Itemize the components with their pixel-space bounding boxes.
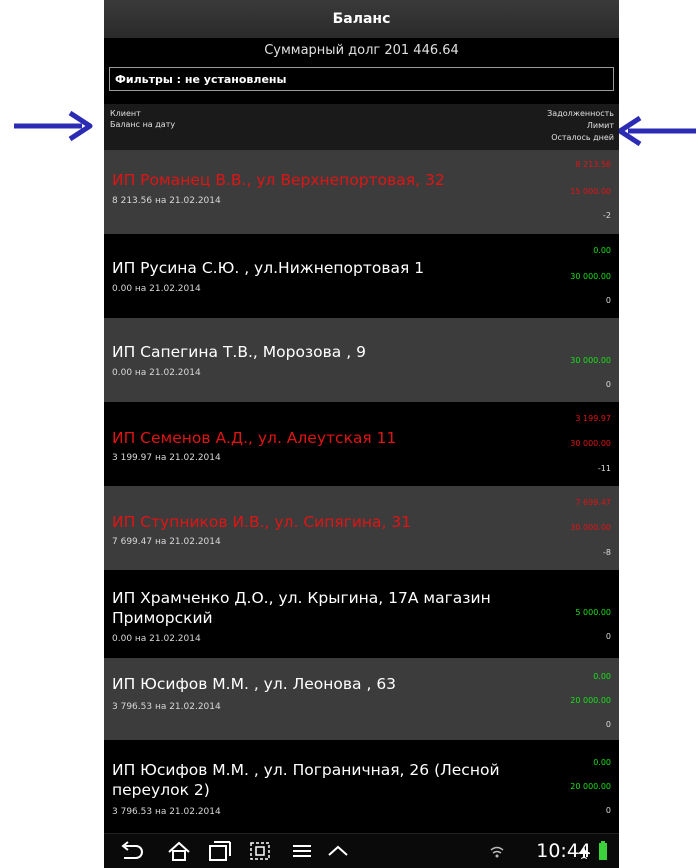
list-item[interactable]: ИП Ступников И.В., ул. Сипягина, 31 7 69…	[104, 486, 619, 570]
filter-field[interactable]: Фильтры : не установлены	[109, 67, 614, 91]
limit-value: 20 000.00	[570, 696, 611, 705]
client-name: ИП Сапегина Т.В., Морозова , 9	[112, 343, 366, 361]
limit-value: 5 000.00	[575, 608, 611, 617]
balance-on-date: 0.00 на 21.02.2014	[112, 284, 201, 294]
list-item[interactable]: ИП Семенов А.Д., ул. Алеутская 11 3 199.…	[104, 402, 619, 486]
col-client: Клиент	[110, 109, 141, 118]
screenshot-icon[interactable]	[248, 840, 272, 862]
days-left-value: 0	[605, 380, 611, 389]
total-debt: Суммарный долг 201 446.64	[104, 38, 619, 62]
client-list: ИП Романец В.В., ул Верхнепортовая, 32 8…	[104, 150, 619, 832]
debt-value: 0.00	[593, 246, 611, 255]
debt-value: 0.00	[593, 758, 611, 767]
debt-value: 8 213.56	[575, 160, 611, 169]
balance-on-date: 7 699.47 на 21.02.2014	[112, 537, 221, 547]
list-item[interactable]: ИП Сапегина Т.В., Морозова , 9 0.00 на 2…	[104, 318, 619, 402]
list-item[interactable]: ИП Романец В.В., ул Верхнепортовая, 32 8…	[104, 150, 619, 234]
client-name: ИП Ступников И.В., ул. Сипягина, 31	[112, 513, 412, 531]
col-limit: Лимит	[586, 121, 614, 130]
limit-value: 30 000.00	[570, 523, 611, 532]
list-item[interactable]: ИП Юсифов М.М. , ул. Леонова , 63 3 796.…	[104, 658, 619, 740]
tablet-screen: Баланс Суммарный долг 201 446.64 Фильтры…	[104, 0, 619, 868]
limit-value: 30 000.00	[570, 356, 611, 365]
battery-icon	[599, 841, 607, 860]
balance-on-date: 8 213.56 на 21.02.2014	[112, 196, 221, 206]
column-header: Клиент Баланс на дату Задолженность Лими…	[104, 104, 619, 150]
list-item[interactable]: ИП Русина С.Ю. , ул.Нижнепортовая 1 0.00…	[104, 234, 619, 318]
right-annotation-arrow	[617, 115, 696, 147]
client-name: ИП Русина С.Ю. , ул.Нижнепортовая 1	[112, 259, 425, 277]
col-debt: Задолженность	[547, 109, 614, 118]
debt-value: 3 199.97	[575, 414, 611, 423]
page-title: Баланс	[332, 11, 391, 27]
days-left-value: -2	[603, 211, 611, 220]
back-icon[interactable]	[118, 840, 144, 862]
title-bar: Баланс	[104, 0, 619, 38]
days-left-value: -8	[603, 548, 611, 557]
days-left-value: -11	[597, 464, 611, 473]
menu-icon[interactable]	[290, 840, 314, 862]
list-item[interactable]: ИП Юсифов М.М. , ул. Пограничная, 26 (Ле…	[104, 740, 619, 832]
limit-value: 30 000.00	[570, 272, 611, 281]
balance-on-date: 3 796.53 на 21.02.2014	[112, 807, 221, 817]
left-annotation-arrow	[14, 110, 93, 142]
balance-on-date: 3 199.97 на 21.02.2014	[112, 453, 221, 463]
client-name: ИП Юсифов М.М. , ул. Пограничная, 26 (Ле…	[112, 761, 500, 799]
client-name: ИП Юсифов М.М. , ул. Леонова , 63	[112, 675, 397, 693]
balance-on-date: 3 796.53 на 21.02.2014	[112, 702, 221, 712]
col-balance-on-date: Баланс на дату	[110, 120, 176, 129]
limit-value: 30 000.00	[570, 439, 611, 448]
system-navigation-bar: 10:44	[104, 833, 619, 868]
airplane-mode-icon	[578, 845, 590, 859]
debt-value: 0.00	[593, 672, 611, 681]
recent-apps-icon[interactable]	[206, 840, 232, 862]
debt-value: 7 699.47	[575, 498, 611, 507]
balance-on-date: 0.00 на 21.02.2014	[112, 634, 201, 644]
home-icon[interactable]	[166, 840, 192, 862]
client-name: ИП Семенов А.Д., ул. Алеутская 11	[112, 429, 397, 447]
filter-label: Фильтры : не установлены	[115, 72, 287, 86]
client-name: ИП Храмченко Д.О., ул. Крыгина, 17А мага…	[112, 589, 491, 627]
days-left-value: 0	[605, 720, 611, 729]
wifi-icon	[490, 846, 504, 858]
balance-on-date: 0.00 на 21.02.2014	[112, 368, 201, 378]
list-item[interactable]: ИП Храмченко Д.О., ул. Крыгина, 17А мага…	[104, 570, 619, 658]
days-left-value: 0	[605, 296, 611, 305]
days-left-value: 0	[605, 806, 611, 815]
days-left-value: 0	[605, 632, 611, 641]
limit-value: 20 000.00	[570, 782, 611, 791]
chevron-up-icon[interactable]	[326, 840, 350, 862]
client-name: ИП Романец В.В., ул Верхнепортовая, 32	[112, 171, 445, 189]
limit-value: 15 000.00	[570, 187, 611, 196]
col-days-left: Осталось дней	[551, 133, 614, 142]
